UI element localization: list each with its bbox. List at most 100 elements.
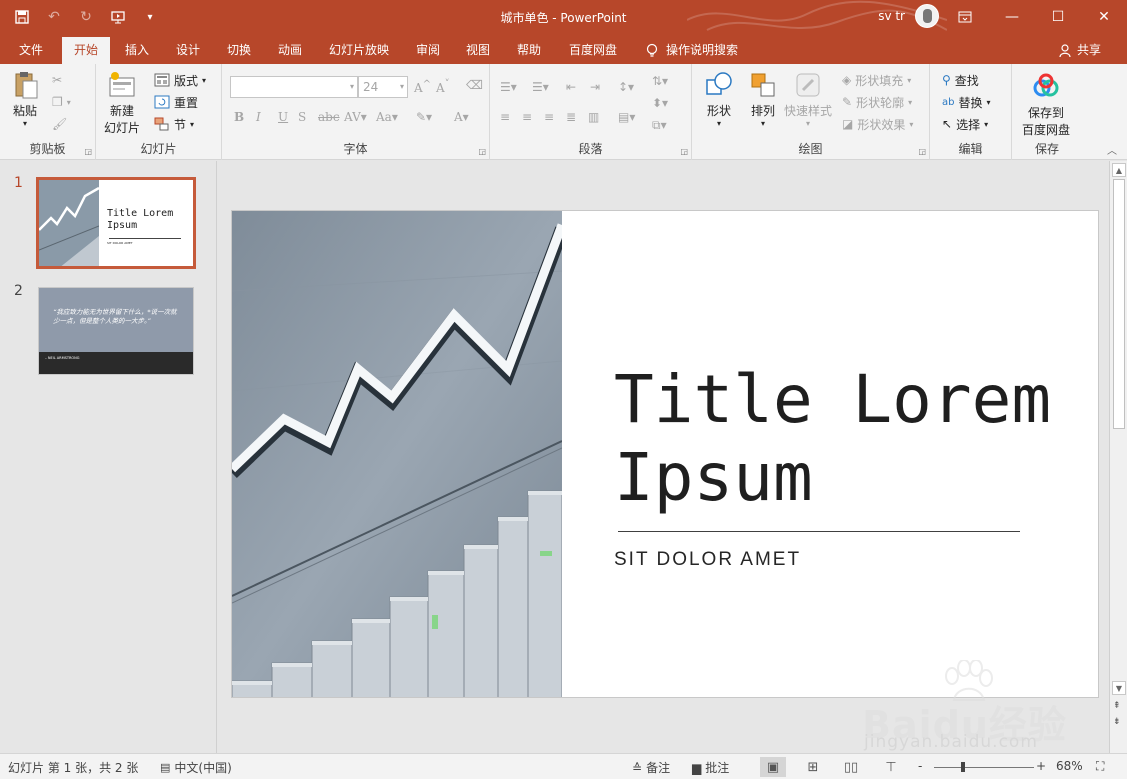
- smartart-icon[interactable]: ⧉▾: [652, 118, 670, 132]
- tab-file[interactable]: 文件: [8, 37, 54, 64]
- decrease-indent-icon[interactable]: ⇤: [566, 80, 584, 94]
- title-divider-line: [618, 531, 1020, 532]
- arrange-button[interactable]: 排列 ▾: [748, 70, 778, 128]
- comments-button[interactable]: ▆ 批注: [692, 759, 729, 776]
- align-text-icon[interactable]: ⬍▾: [652, 96, 670, 110]
- save-to-baidu-button[interactable]: 保存到 百度网盘: [1022, 72, 1070, 138]
- scroll-up-arrow-icon[interactable]: ▲: [1112, 163, 1126, 177]
- close-button[interactable]: ✕: [1081, 0, 1127, 34]
- arrange-label: 排列: [750, 104, 775, 118]
- vertical-scrollbar[interactable]: ▲ ▼ ⇞ ⇟: [1109, 161, 1127, 753]
- text-direction-icon[interactable]: ⇅▾: [652, 74, 670, 88]
- italic-icon[interactable]: I: [256, 110, 261, 124]
- tab-baidu-netdisk[interactable]: 百度网盘: [560, 37, 626, 64]
- normal-view-icon[interactable]: ▣: [760, 757, 786, 777]
- tab-transitions[interactable]: 切换: [216, 37, 262, 64]
- increase-indent-icon[interactable]: ⇥: [590, 80, 608, 94]
- replace-button[interactable]: ab 替换 ▾: [942, 92, 991, 112]
- clipboard-launcher-icon[interactable]: ◲: [84, 147, 92, 156]
- previous-slide-icon[interactable]: ⇞: [1113, 701, 1121, 711]
- paste-button[interactable]: 粘贴 ▾: [10, 70, 40, 128]
- zoom-level[interactable]: 68%: [1056, 759, 1083, 773]
- zoom-slider-track[interactable]: [934, 767, 1034, 768]
- text-shadow-icon[interactable]: S: [298, 110, 306, 124]
- clear-formatting-icon[interactable]: ⌫: [466, 78, 483, 92]
- bullets-icon[interactable]: ☰▾: [500, 80, 518, 94]
- tab-animations[interactable]: 动画: [267, 37, 313, 64]
- drawing-launcher-icon[interactable]: ◲: [918, 147, 926, 156]
- maximize-button[interactable]: ☐: [1035, 0, 1081, 34]
- grow-font-icon[interactable]: A^: [414, 79, 431, 95]
- collapse-ribbon-icon[interactable]: ︿: [1107, 142, 1117, 157]
- align-right-icon[interactable]: ≡: [544, 110, 562, 124]
- justify-icon[interactable]: ≣: [566, 110, 584, 124]
- slideshow-view-icon[interactable]: ⊤: [878, 757, 904, 777]
- slide-title[interactable]: Title Lorem Ipsum: [614, 361, 1074, 517]
- language-indicator[interactable]: ▤ 中文(中国): [160, 759, 232, 776]
- font-color-icon[interactable]: A▾: [454, 110, 469, 124]
- highlight-icon[interactable]: ✎▾: [416, 110, 432, 124]
- section-button[interactable]: 节 ▾: [154, 114, 194, 134]
- find-button[interactable]: ⚲ 查找: [942, 70, 979, 90]
- font-name-combo[interactable]: ▾: [230, 76, 358, 98]
- slide-sorter-icon[interactable]: ⊞: [800, 757, 826, 777]
- strikethrough-icon[interactable]: abc: [318, 110, 340, 124]
- new-slide-label-1: 新建: [110, 104, 135, 118]
- fit-to-window-icon[interactable]: ⛶: [1096, 759, 1104, 774]
- next-slide-icon[interactable]: ⇟: [1113, 717, 1121, 727]
- tab-insert[interactable]: 插入: [114, 37, 160, 64]
- change-case-icon[interactable]: Aa▾: [376, 110, 398, 124]
- columns-icon[interactable]: ▤▾: [618, 110, 636, 124]
- copy-icon[interactable]: ❐ ▾: [52, 92, 71, 112]
- slide-thumbnail-1[interactable]: Title Lorem Ipsum SIT DOLOR AMET: [36, 177, 196, 269]
- quick-styles-button[interactable]: 快速样式 ▾: [784, 70, 832, 128]
- distributed-icon[interactable]: ▥: [588, 110, 606, 124]
- tab-design[interactable]: 设计: [165, 37, 211, 64]
- font-launcher-icon[interactable]: ◲: [478, 147, 486, 156]
- tab-help[interactable]: 帮助: [507, 37, 551, 64]
- numbering-icon[interactable]: ☰▾: [532, 80, 550, 94]
- account-area[interactable]: sv tr: [878, 4, 939, 28]
- line-spacing-icon[interactable]: ↕▾: [618, 80, 636, 94]
- share-button[interactable]: 共享: [1059, 37, 1101, 64]
- scrollbar-thumb[interactable]: [1113, 179, 1125, 429]
- reading-view-icon[interactable]: ▯▯: [838, 757, 864, 777]
- slide-thumbnail-2[interactable]: “我应致力能无为世界留下什么，*说一次就少一点，但是整个人类的一大步。” – N…: [38, 287, 194, 375]
- font-size-combo[interactable]: 24 ▾: [358, 76, 408, 98]
- zoom-slider-thumb[interactable]: [961, 762, 965, 772]
- select-button[interactable]: ↖ 选择 ▾: [942, 114, 988, 134]
- shape-effects-button[interactable]: ◪ 形状效果 ▾: [842, 114, 913, 134]
- notes-button[interactable]: ≙ 备注: [632, 759, 670, 776]
- cut-icon[interactable]: ✂: [52, 70, 62, 90]
- align-left-icon[interactable]: ≡: [500, 110, 518, 124]
- current-slide[interactable]: Title Lorem Ipsum SIT DOLOR AMET: [231, 210, 1099, 698]
- character-spacing-icon[interactable]: AV▾: [344, 110, 367, 124]
- tab-review[interactable]: 审阅: [406, 37, 450, 64]
- underline-icon[interactable]: U: [278, 110, 288, 124]
- thumbnail-1-subtitle: SIT DOLOR AMET: [107, 241, 133, 245]
- align-center-icon[interactable]: ≡: [522, 110, 540, 124]
- format-painter-icon[interactable]: 🖌: [52, 114, 67, 134]
- zoom-out-button[interactable]: -: [918, 759, 922, 773]
- new-slide-button[interactable]: 新建 幻灯片: [104, 70, 140, 136]
- tab-view[interactable]: 视图: [456, 37, 500, 64]
- tab-slideshow[interactable]: 幻灯片放映: [320, 37, 398, 64]
- scroll-down-arrow-icon[interactable]: ▼: [1112, 681, 1126, 695]
- shapes-button[interactable]: 形状 ▾: [704, 70, 734, 128]
- minimize-button[interactable]: —: [989, 0, 1035, 34]
- paragraph-launcher-icon[interactable]: ◲: [680, 147, 688, 156]
- bold-icon[interactable]: B: [234, 110, 244, 124]
- tab-home[interactable]: 开始: [62, 37, 110, 64]
- avatar[interactable]: [915, 4, 939, 28]
- reset-button[interactable]: 重置: [154, 92, 198, 112]
- shrink-font-icon[interactable]: A˅: [436, 79, 450, 95]
- shape-fill-button[interactable]: ◈ 形状填充 ▾: [842, 70, 911, 90]
- layout-button[interactable]: 版式 ▾: [154, 70, 206, 90]
- shape-outline-button[interactable]: ✎ 形状轮廓 ▾: [842, 92, 912, 112]
- zoom-in-button[interactable]: +: [1036, 759, 1046, 773]
- paste-dropdown-icon[interactable]: ▾: [23, 119, 27, 128]
- slide-subtitle[interactable]: SIT DOLOR AMET: [614, 549, 801, 571]
- user-name[interactable]: sv tr: [878, 9, 905, 23]
- tell-me-search[interactable]: 操作说明搜索: [646, 37, 738, 64]
- ribbon-display-options-icon[interactable]: [951, 5, 979, 29]
